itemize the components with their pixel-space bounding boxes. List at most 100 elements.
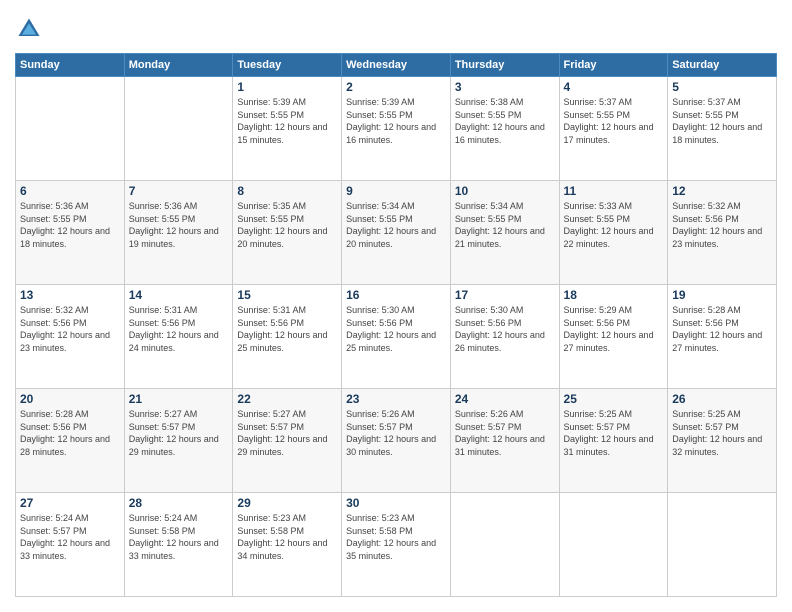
day-number: 25 xyxy=(564,392,664,406)
day-info: Sunrise: 5:28 AM Sunset: 5:56 PM Dayligh… xyxy=(672,304,772,354)
logo xyxy=(15,15,47,43)
day-number: 14 xyxy=(129,288,229,302)
calendar-cell xyxy=(16,77,125,181)
header-monday: Monday xyxy=(124,54,233,77)
day-number: 21 xyxy=(129,392,229,406)
day-info: Sunrise: 5:26 AM Sunset: 5:57 PM Dayligh… xyxy=(455,408,555,458)
calendar-cell: 7 Sunrise: 5:36 AM Sunset: 5:55 PM Daylig… xyxy=(124,181,233,285)
header-saturday: Saturday xyxy=(668,54,777,77)
day-number: 28 xyxy=(129,496,229,510)
calendar-cell: 3 Sunrise: 5:38 AM Sunset: 5:55 PM Daylig… xyxy=(450,77,559,181)
day-info: Sunrise: 5:27 AM Sunset: 5:57 PM Dayligh… xyxy=(237,408,337,458)
day-info: Sunrise: 5:24 AM Sunset: 5:57 PM Dayligh… xyxy=(20,512,120,562)
day-info: Sunrise: 5:27 AM Sunset: 5:57 PM Dayligh… xyxy=(129,408,229,458)
calendar-cell: 16Sunrise: 5:30 AM Sunset: 5:56 PM Dayli… xyxy=(342,285,451,389)
day-info: Sunrise: 5:38 AM Sunset: 5:55 PM Dayligh… xyxy=(455,96,555,146)
day-info: Sunrise: 5:33 AM Sunset: 5:55 PM Dayligh… xyxy=(564,200,664,250)
week-row-3: 20 Sunrise: 5:28 AM Sunset: 5:56 PM Dayli… xyxy=(16,389,777,493)
calendar-cell: 11 Sunrise: 5:33 AM Sunset: 5:55 PM Dayli… xyxy=(559,181,668,285)
day-number: 10 xyxy=(455,184,555,198)
calendar-cell: 14 Sunrise: 5:31 AM Sunset: 5:56 PM Dayli… xyxy=(124,285,233,389)
day-info: Sunrise: 5:24 AM Sunset: 5:58 PM Dayligh… xyxy=(129,512,229,562)
header-thursday: Thursday xyxy=(450,54,559,77)
calendar-cell: 29Sunrise: 5:23 AM Sunset: 5:58 PM Dayli… xyxy=(233,493,342,597)
calendar-cell: 1 Sunrise: 5:39 AM Sunset: 5:55 PM Daylig… xyxy=(233,77,342,181)
day-info: Sunrise: 5:39 AM Sunset: 5:55 PM Dayligh… xyxy=(346,96,446,146)
day-number: 27 xyxy=(20,496,120,510)
day-number: 1 xyxy=(237,80,337,94)
page: SundayMondayTuesdayWednesdayThursdayFrid… xyxy=(0,0,792,612)
calendar-cell: 13 Sunrise: 5:32 AM Sunset: 5:56 PM Dayli… xyxy=(16,285,125,389)
day-number: 18 xyxy=(564,288,664,302)
day-number: 9 xyxy=(346,184,446,198)
day-info: Sunrise: 5:37 AM Sunset: 5:55 PM Dayligh… xyxy=(564,96,664,146)
week-row-1: 6 Sunrise: 5:36 AM Sunset: 5:55 PM Daylig… xyxy=(16,181,777,285)
week-row-2: 13 Sunrise: 5:32 AM Sunset: 5:56 PM Dayli… xyxy=(16,285,777,389)
day-number: 17 xyxy=(455,288,555,302)
day-number: 22 xyxy=(237,392,337,406)
calendar-table: SundayMondayTuesdayWednesdayThursdayFrid… xyxy=(15,53,777,597)
day-number: 8 xyxy=(237,184,337,198)
calendar-cell: 24 Sunrise: 5:26 AM Sunset: 5:57 PM Dayli… xyxy=(450,389,559,493)
day-number: 2 xyxy=(346,80,446,94)
calendar-cell: 20 Sunrise: 5:28 AM Sunset: 5:56 PM Dayli… xyxy=(16,389,125,493)
day-info: Sunrise: 5:32 AM Sunset: 5:56 PM Dayligh… xyxy=(20,304,120,354)
day-number: 20 xyxy=(20,392,120,406)
calendar-cell: 6 Sunrise: 5:36 AM Sunset: 5:55 PM Daylig… xyxy=(16,181,125,285)
day-number: 3 xyxy=(455,80,555,94)
header xyxy=(15,15,777,43)
day-info: Sunrise: 5:30 AM Sunset: 5:56 PM Dayligh… xyxy=(455,304,555,354)
day-info: Sunrise: 5:31 AM Sunset: 5:56 PM Dayligh… xyxy=(237,304,337,354)
day-info: Sunrise: 5:29 AM Sunset: 5:56 PM Dayligh… xyxy=(564,304,664,354)
day-info: Sunrise: 5:34 AM Sunset: 5:55 PM Dayligh… xyxy=(455,200,555,250)
header-friday: Friday xyxy=(559,54,668,77)
day-info: Sunrise: 5:23 AM Sunset: 5:58 PM Dayligh… xyxy=(237,512,337,562)
calendar-cell: 25 Sunrise: 5:25 AM Sunset: 5:57 PM Dayli… xyxy=(559,389,668,493)
calendar-cell: 8 Sunrise: 5:35 AM Sunset: 5:55 PM Daylig… xyxy=(233,181,342,285)
day-number: 11 xyxy=(564,184,664,198)
day-info: Sunrise: 5:26 AM Sunset: 5:57 PM Dayligh… xyxy=(346,408,446,458)
day-info: Sunrise: 5:25 AM Sunset: 5:57 PM Dayligh… xyxy=(564,408,664,458)
day-number: 6 xyxy=(20,184,120,198)
day-info: Sunrise: 5:32 AM Sunset: 5:56 PM Dayligh… xyxy=(672,200,772,250)
calendar-cell: 22 Sunrise: 5:27 AM Sunset: 5:57 PM Dayli… xyxy=(233,389,342,493)
calendar-cell: 15Sunrise: 5:31 AM Sunset: 5:56 PM Dayli… xyxy=(233,285,342,389)
day-number: 4 xyxy=(564,80,664,94)
day-number: 13 xyxy=(20,288,120,302)
calendar-cell: 28 Sunrise: 5:24 AM Sunset: 5:58 PM Dayli… xyxy=(124,493,233,597)
day-number: 24 xyxy=(455,392,555,406)
calendar-header-row: SundayMondayTuesdayWednesdayThursdayFrid… xyxy=(16,54,777,77)
calendar-cell: 2 Sunrise: 5:39 AM Sunset: 5:55 PM Daylig… xyxy=(342,77,451,181)
day-number: 23 xyxy=(346,392,446,406)
calendar-cell: 4 Sunrise: 5:37 AM Sunset: 5:55 PM Daylig… xyxy=(559,77,668,181)
calendar-cell: 23 Sunrise: 5:26 AM Sunset: 5:57 PM Dayli… xyxy=(342,389,451,493)
week-row-4: 27 Sunrise: 5:24 AM Sunset: 5:57 PM Dayli… xyxy=(16,493,777,597)
calendar-cell xyxy=(559,493,668,597)
calendar-cell: 10 Sunrise: 5:34 AM Sunset: 5:55 PM Dayli… xyxy=(450,181,559,285)
day-info: Sunrise: 5:28 AM Sunset: 5:56 PM Dayligh… xyxy=(20,408,120,458)
day-info: Sunrise: 5:37 AM Sunset: 5:55 PM Dayligh… xyxy=(672,96,772,146)
calendar-cell: 12 Sunrise: 5:32 AM Sunset: 5:56 PM Dayli… xyxy=(668,181,777,285)
logo-icon xyxy=(15,15,43,43)
header-wednesday: Wednesday xyxy=(342,54,451,77)
calendar-cell: 19 Sunrise: 5:28 AM Sunset: 5:56 PM Dayli… xyxy=(668,285,777,389)
header-tuesday: Tuesday xyxy=(233,54,342,77)
day-info: Sunrise: 5:31 AM Sunset: 5:56 PM Dayligh… xyxy=(129,304,229,354)
calendar-cell: 9Sunrise: 5:34 AM Sunset: 5:55 PM Daylig… xyxy=(342,181,451,285)
day-info: Sunrise: 5:23 AM Sunset: 5:58 PM Dayligh… xyxy=(346,512,446,562)
calendar-cell: 21 Sunrise: 5:27 AM Sunset: 5:57 PM Dayli… xyxy=(124,389,233,493)
day-info: Sunrise: 5:39 AM Sunset: 5:55 PM Dayligh… xyxy=(237,96,337,146)
day-info: Sunrise: 5:36 AM Sunset: 5:55 PM Dayligh… xyxy=(129,200,229,250)
day-number: 7 xyxy=(129,184,229,198)
day-info: Sunrise: 5:25 AM Sunset: 5:57 PM Dayligh… xyxy=(672,408,772,458)
calendar-cell: 18 Sunrise: 5:29 AM Sunset: 5:56 PM Dayli… xyxy=(559,285,668,389)
day-info: Sunrise: 5:35 AM Sunset: 5:55 PM Dayligh… xyxy=(237,200,337,250)
week-row-0: 1 Sunrise: 5:39 AM Sunset: 5:55 PM Daylig… xyxy=(16,77,777,181)
day-number: 30 xyxy=(346,496,446,510)
calendar-cell xyxy=(124,77,233,181)
calendar-cell xyxy=(450,493,559,597)
day-info: Sunrise: 5:36 AM Sunset: 5:55 PM Dayligh… xyxy=(20,200,120,250)
day-number: 12 xyxy=(672,184,772,198)
day-number: 5 xyxy=(672,80,772,94)
day-number: 19 xyxy=(672,288,772,302)
